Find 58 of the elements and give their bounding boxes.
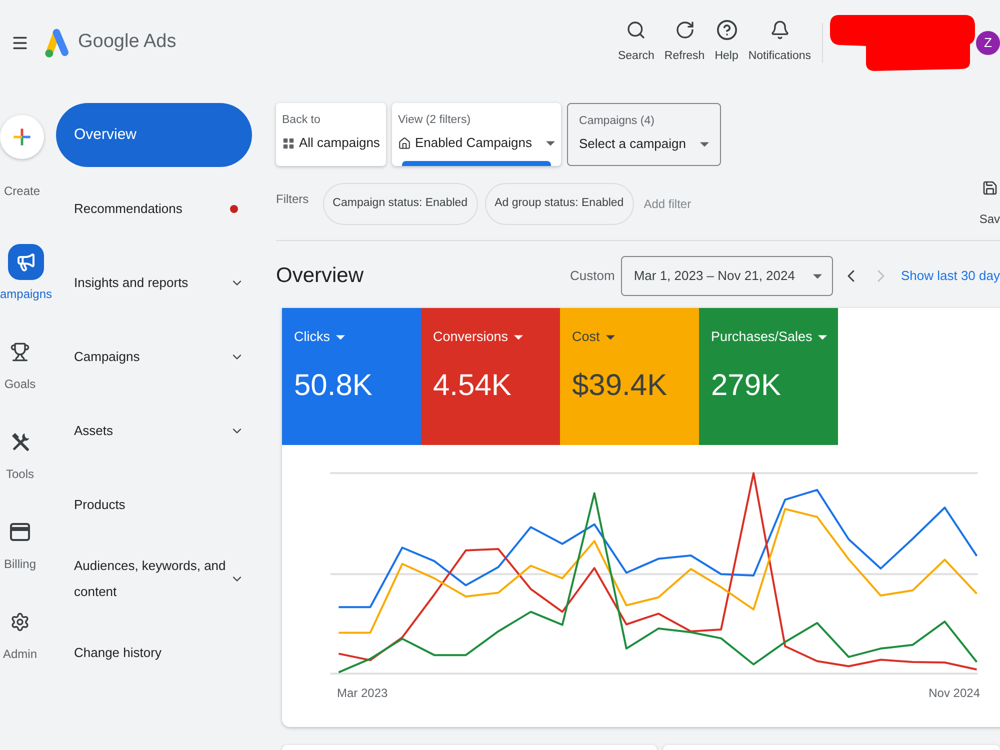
trophy-icon: [10, 342, 30, 362]
plus-icon: [0, 115, 44, 159]
rail-item[interactable]: Billing: [0, 514, 40, 572]
back-button[interactable]: Back to All campaigns: [276, 103, 386, 166]
caret-icon: [818, 334, 828, 340]
rail-item[interactable]: Goals: [0, 334, 40, 392]
card-icon: [10, 522, 30, 542]
date-range-label: Custom: [570, 267, 615, 286]
rail-item[interactable]: ampaigns: [0, 244, 52, 302]
axis-label: Nov 2024: [928, 685, 980, 702]
filter-chip[interactable]: Ad group status: Enabled: [484, 183, 634, 225]
nav-item[interactable]: Recommendations: [56, 177, 252, 241]
metric-tile[interactable]: Purchases/Sales 279K: [699, 308, 838, 445]
grid-icon: [282, 136, 295, 150]
caret-icon: [546, 140, 556, 146]
avatar[interactable]: Z: [976, 30, 1000, 54]
toolbar-button[interactable]: Search: [614, 20, 658, 66]
filters-label: Filters: [276, 191, 309, 208]
app-name: Google Ads: [78, 30, 176, 54]
metric-tile[interactable]: Cost $39.4K: [560, 308, 699, 445]
gear-icon: [10, 612, 30, 632]
axis-label: Mar 2023: [337, 685, 388, 702]
house-icon: [398, 136, 411, 150]
rail-item[interactable]: Admin: [0, 604, 40, 662]
caret-icon: [514, 334, 524, 340]
refresh-icon: [674, 20, 695, 40]
help-icon: [716, 20, 737, 40]
toolbar-button[interactable]: Help: [712, 20, 742, 66]
caret-icon: [336, 334, 345, 340]
rail-item[interactable]: Tools: [0, 424, 40, 482]
create-button[interactable]: Create: [0, 115, 44, 199]
caret-icon: [812, 274, 822, 278]
nav-item[interactable]: Overview: [56, 103, 252, 167]
dropdown-button[interactable]: Campaigns (4) Select a campaign: [567, 103, 721, 166]
dropdown-button[interactable]: View (2 filters) Enabled Campaigns: [392, 103, 562, 166]
date-range-dropdown[interactable]: Mar 1, 2023 – Nov 21, 2024: [620, 256, 833, 296]
page-title: Overview: [276, 263, 364, 290]
logo-icon: [45, 28, 69, 58]
nav-item[interactable]: Assets: [56, 399, 252, 463]
floppy-icon: [982, 179, 998, 197]
save-button[interactable]: Sav: [979, 179, 1000, 227]
nav-item[interactable]: Campaigns: [56, 325, 252, 389]
metric-tile[interactable]: Clicks 50.8K: [282, 308, 421, 445]
tools-icon: [10, 432, 30, 452]
toolbar-button[interactable]: Refresh: [661, 20, 708, 66]
caret-icon: [700, 142, 709, 146]
nav-item[interactable]: Insights and reports: [56, 251, 252, 315]
megaphone-icon: [8, 244, 44, 280]
search-icon: [626, 20, 646, 40]
nav-item[interactable]: Products: [56, 473, 252, 537]
nav-item[interactable]: Change history: [56, 621, 252, 685]
metric-tile[interactable]: Conversions 4.54K: [421, 308, 560, 445]
quick-range-link[interactable]: Show last 30 day: [900, 266, 1000, 286]
filter-chip[interactable]: Campaign status: Enabled: [322, 183, 478, 225]
caret-icon: [606, 334, 615, 340]
toolbar-button[interactable]: Notifications: [745, 20, 814, 66]
bell-icon: [770, 20, 790, 40]
nav-item[interactable]: Audiences, keywords, and content: [56, 547, 252, 611]
